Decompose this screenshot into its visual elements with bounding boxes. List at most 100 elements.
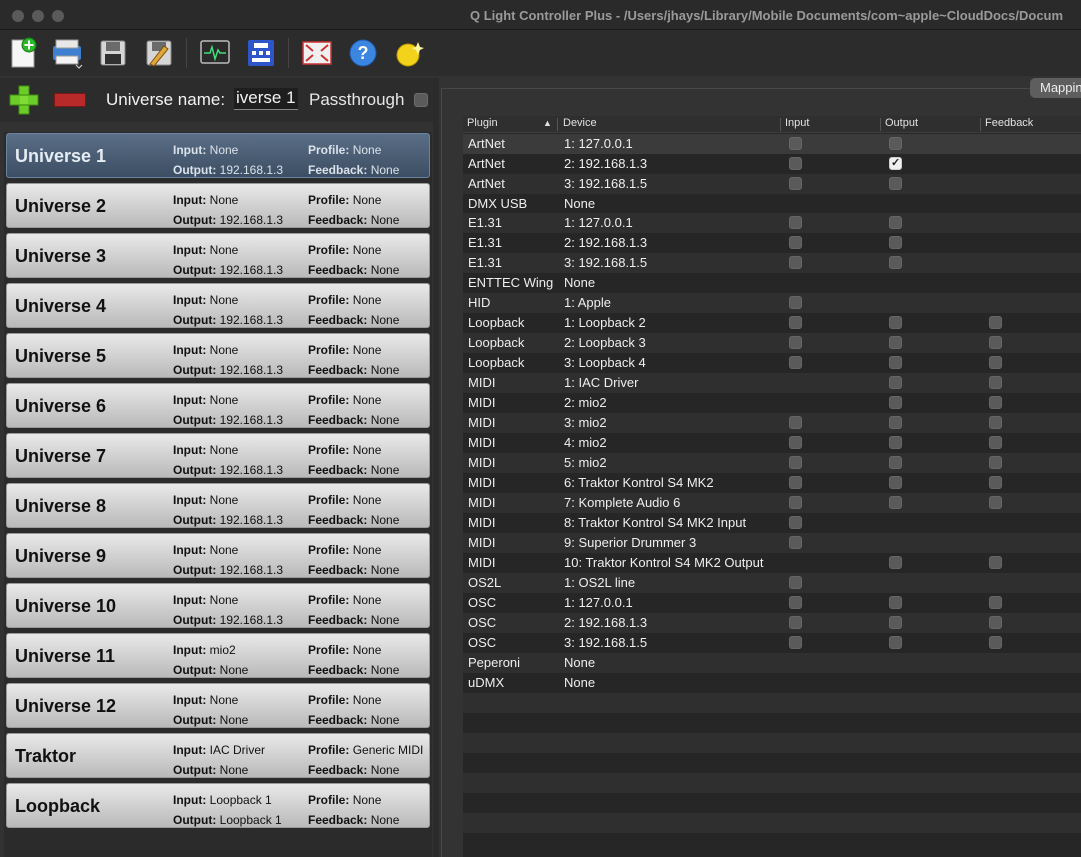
feedback-checkbox[interactable] xyxy=(989,556,1002,569)
universe-name-input[interactable]: iverse 1 xyxy=(234,88,298,110)
output-checkbox[interactable] xyxy=(889,216,902,229)
input-checkbox[interactable] xyxy=(789,256,802,269)
table-row[interactable]: MIDI 1: IAC Driver xyxy=(463,373,1081,393)
feedback-checkbox[interactable] xyxy=(989,376,1002,389)
universe-item[interactable]: Universe 5 Input: None Output: 192.168.1.3… xyxy=(6,333,430,378)
input-checkbox[interactable] xyxy=(789,236,802,249)
input-checkbox[interactable] xyxy=(789,536,802,549)
column-header-device[interactable]: Device xyxy=(563,117,597,129)
table-row[interactable]: MIDI 6: Traktor Kontrol S4 MK2 xyxy=(463,473,1081,493)
feedback-checkbox[interactable] xyxy=(989,316,1002,329)
feedback-checkbox[interactable] xyxy=(989,596,1002,609)
output-checkbox[interactable] xyxy=(889,177,902,190)
save-button[interactable] xyxy=(96,36,130,70)
universe-item[interactable]: Universe 12 Input: None Output: None Profil… xyxy=(6,683,430,728)
feedback-checkbox[interactable] xyxy=(989,476,1002,489)
universe-item[interactable]: Loopback Input: Loopback 1 Output: Loopbac… xyxy=(6,783,430,828)
table-row[interactable]: MIDI 4: mio2 xyxy=(463,433,1081,453)
output-checkbox[interactable] xyxy=(889,236,902,249)
output-checkbox[interactable] xyxy=(889,137,902,150)
output-checkbox[interactable] xyxy=(889,496,902,509)
table-row[interactable]: MIDI 9: Superior Drummer 3 xyxy=(463,533,1081,553)
feedback-checkbox[interactable] xyxy=(989,636,1002,649)
universe-item[interactable]: Universe 3 Input: None Output: 192.168.1.3… xyxy=(6,233,430,278)
output-checkbox[interactable] xyxy=(889,416,902,429)
input-checkbox[interactable] xyxy=(789,596,802,609)
table-row[interactable]: MIDI 5: mio2 xyxy=(463,453,1081,473)
input-checkbox[interactable] xyxy=(789,316,802,329)
feedback-checkbox[interactable] xyxy=(989,336,1002,349)
save-as-button[interactable] xyxy=(142,36,176,70)
table-row[interactable]: E1.31 2: 192.168.1.3 xyxy=(463,233,1081,253)
input-checkbox[interactable] xyxy=(789,336,802,349)
output-checkbox[interactable] xyxy=(889,556,902,569)
address-tool-button[interactable] xyxy=(244,36,278,70)
universe-item[interactable]: Universe 4 Input: None Output: 192.168.1.3… xyxy=(6,283,430,328)
table-row[interactable]: MIDI 7: Komplete Audio 6 xyxy=(463,493,1081,513)
help-button[interactable]: ? xyxy=(346,36,380,70)
table-row[interactable]: OSC 3: 192.168.1.5 xyxy=(463,633,1081,653)
table-row[interactable]: MIDI 3: mio2 xyxy=(463,413,1081,433)
column-header-plugin[interactable]: Plugin xyxy=(467,117,498,129)
minimize-window-button[interactable] xyxy=(32,10,44,22)
table-row[interactable]: OSC 2: 192.168.1.3 xyxy=(463,613,1081,633)
input-checkbox[interactable] xyxy=(789,157,802,170)
output-checkbox[interactable] xyxy=(889,256,902,269)
input-checkbox[interactable] xyxy=(789,436,802,449)
table-row[interactable]: E1.31 3: 192.168.1.5 xyxy=(463,253,1081,273)
table-row[interactable]: ArtNet 1: 127.0.0.1 xyxy=(463,134,1081,154)
output-checkbox[interactable] xyxy=(889,316,902,329)
output-checkbox[interactable] xyxy=(889,636,902,649)
input-checkbox[interactable] xyxy=(789,476,802,489)
dmx-monitor-button[interactable] xyxy=(198,36,232,70)
add-universe-button[interactable] xyxy=(8,84,40,116)
table-row[interactable]: Loopback 1: Loopback 2 xyxy=(463,313,1081,333)
open-project-button[interactable] xyxy=(50,36,84,70)
feedback-checkbox[interactable] xyxy=(989,356,1002,369)
universe-item[interactable]: Universe 8 Input: None Output: 192.168.1.3… xyxy=(6,483,430,528)
feedback-checkbox[interactable] xyxy=(989,456,1002,469)
universe-item[interactable]: Universe 11 Input: mio2 Output: None Profil… xyxy=(6,633,430,678)
input-checkbox[interactable] xyxy=(789,576,802,589)
table-row[interactable]: MIDI 10: Traktor Kontrol S4 MK2 Output xyxy=(463,553,1081,573)
input-checkbox[interactable] xyxy=(789,516,802,529)
output-checkbox[interactable] xyxy=(889,376,902,389)
output-checkbox[interactable] xyxy=(889,596,902,609)
table-row[interactable]: uDMX None xyxy=(463,673,1081,693)
feedback-checkbox[interactable] xyxy=(989,416,1002,429)
zoom-window-button[interactable] xyxy=(52,10,64,22)
input-checkbox[interactable] xyxy=(789,416,802,429)
output-checkbox[interactable] xyxy=(889,396,902,409)
universe-item[interactable]: Universe 9 Input: None Output: 192.168.1.3… xyxy=(6,533,430,578)
table-row[interactable]: E1.31 1: 127.0.0.1 xyxy=(463,213,1081,233)
column-header-output[interactable]: Output xyxy=(885,117,918,129)
table-row[interactable]: Peperoni None xyxy=(463,653,1081,673)
column-header-feedback[interactable]: Feedback xyxy=(985,117,1033,129)
universe-item[interactable]: Traktor Input: IAC Driver Output: None Prof… xyxy=(6,733,430,778)
table-row[interactable]: ArtNet 3: 192.168.1.5 xyxy=(463,174,1081,194)
output-checkbox[interactable] xyxy=(889,456,902,469)
input-checkbox[interactable] xyxy=(789,296,802,309)
column-header-input[interactable]: Input xyxy=(785,117,809,129)
feedback-checkbox[interactable] xyxy=(989,616,1002,629)
table-row[interactable]: MIDI 2: mio2 xyxy=(463,393,1081,413)
input-checkbox[interactable] xyxy=(789,496,802,509)
table-row[interactable]: Loopback 3: Loopback 4 xyxy=(463,353,1081,373)
input-checkbox[interactable] xyxy=(789,216,802,229)
output-checkbox[interactable] xyxy=(889,436,902,449)
input-checkbox[interactable] xyxy=(789,177,802,190)
table-row[interactable]: MIDI 8: Traktor Kontrol S4 MK2 Input xyxy=(463,513,1081,533)
universe-item[interactable]: Universe 7 Input: None Output: 192.168.1.3… xyxy=(6,433,430,478)
input-checkbox[interactable] xyxy=(789,636,802,649)
input-checkbox[interactable] xyxy=(789,616,802,629)
universe-item[interactable]: Universe 2 Input: None Output: 192.168.1.3… xyxy=(6,183,430,228)
output-checkbox[interactable] xyxy=(889,356,902,369)
table-row[interactable]: HID 1: Apple xyxy=(463,293,1081,313)
passthrough-checkbox[interactable] xyxy=(414,93,428,107)
feedback-checkbox[interactable] xyxy=(989,496,1002,509)
table-row[interactable]: ArtNet 2: 192.168.1.3 xyxy=(463,154,1081,174)
universe-item[interactable]: Universe 6 Input: None Output: 192.168.1.3… xyxy=(6,383,430,428)
fullscreen-button[interactable] xyxy=(300,36,334,70)
close-window-button[interactable] xyxy=(12,10,24,22)
input-checkbox[interactable] xyxy=(789,456,802,469)
